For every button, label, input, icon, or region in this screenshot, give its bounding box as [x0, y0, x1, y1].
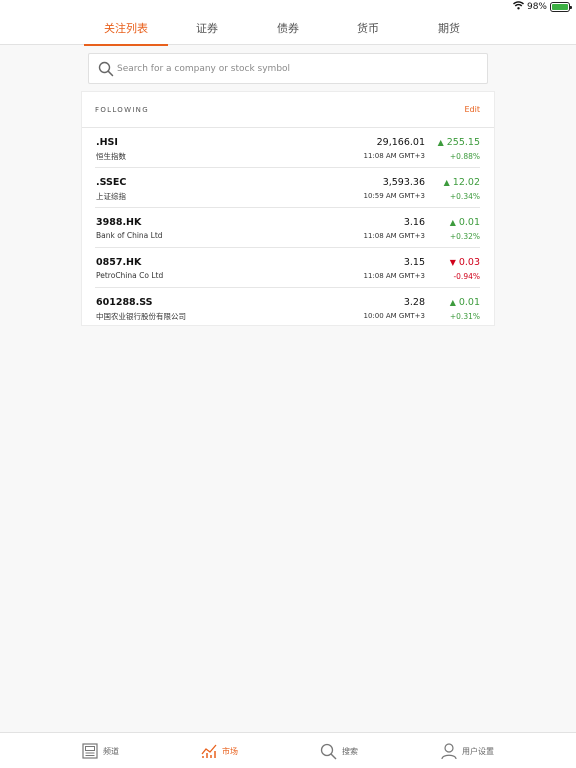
tab-user-settings-label: 用户设置: [462, 746, 494, 756]
battery-level-fill: [552, 4, 568, 10]
row-name: 中国农业银行股份有限公司: [96, 312, 186, 321]
row-price: 3.28: [403, 297, 425, 308]
row-percent: +0.88%: [449, 152, 480, 161]
search-bar[interactable]: [88, 53, 488, 84]
row-symbol: 601288.SS: [96, 297, 153, 308]
row-name: PetroChina Co Ltd: [96, 271, 164, 280]
search-icon: [98, 61, 114, 77]
top-tab-bar: 关注列表 证券 债券 货币 期货: [0, 14, 576, 46]
row-percent: +0.31%: [449, 312, 480, 321]
watchlist-row[interactable]: .SSEC 上证综指 3,593.36 10:59 AM GMT+3 ▲ 12.…: [95, 168, 480, 208]
tab-search[interactable]: 搜索: [320, 733, 358, 768]
user-icon: [441, 742, 457, 760]
row-name: Bank of China Ltd: [96, 231, 163, 240]
row-change-value: 255.15: [446, 137, 480, 148]
tab-channels[interactable]: 频道: [82, 733, 119, 768]
battery-icon: [550, 2, 572, 12]
tab-futures[interactable]: 期货: [409, 14, 489, 45]
row-price: 3,593.36: [382, 177, 425, 188]
channels-icon: [82, 743, 98, 759]
status-indicators: 98%: [512, 1, 572, 13]
row-name: 上证综指: [96, 192, 126, 201]
row-change-value: 0.03: [458, 257, 480, 268]
status-bar: 98%: [0, 0, 576, 14]
row-price: 29,166.01: [376, 137, 425, 148]
tab-channels-label: 频道: [103, 746, 119, 756]
tab-watchlist[interactable]: 关注列表: [84, 14, 168, 46]
tab-search-label: 搜索: [342, 746, 358, 756]
up-triangle-icon: ▲: [443, 178, 450, 187]
watchlist-card: FOLLOWING Edit .HSI 恒生指数 29,166.01 11:08…: [81, 91, 495, 326]
watchlist-rows: .HSI 恒生指数 29,166.01 11:08 AM GMT+3 ▲ 255…: [82, 128, 494, 328]
tab-markets[interactable]: 市场: [201, 733, 238, 768]
row-change-value: 12.02: [452, 177, 480, 188]
wifi-icon: [512, 1, 524, 13]
row-symbol: .SSEC: [96, 177, 127, 188]
row-time: 11:08 AM GMT+3: [363, 232, 425, 240]
row-symbol: 0857.HK: [96, 257, 142, 268]
watchlist-row[interactable]: .HSI 恒生指数 29,166.01 11:08 AM GMT+3 ▲ 255…: [95, 128, 480, 168]
row-change: ▼ 0.03: [450, 257, 480, 268]
up-triangle-icon: ▲: [449, 218, 456, 227]
row-price: 3.15: [403, 257, 425, 268]
row-price: 3.16: [403, 217, 425, 228]
tab-bonds[interactable]: 债券: [248, 14, 328, 45]
row-change: ▲ 255.15: [438, 137, 480, 148]
row-symbol: .HSI: [96, 137, 118, 148]
up-triangle-icon: ▲: [449, 298, 456, 307]
edit-button[interactable]: Edit: [465, 105, 481, 114]
row-percent: -0.94%: [453, 272, 480, 281]
row-time: 11:08 AM GMT+3: [363, 152, 425, 160]
watchlist-title: FOLLOWING: [95, 106, 149, 114]
markets-chart-icon: [201, 743, 217, 759]
row-time: 11:08 AM GMT+3: [363, 272, 425, 280]
row-symbol: 3988.HK: [96, 217, 142, 228]
up-triangle-icon: ▲: [437, 138, 444, 147]
row-percent: +0.32%: [449, 232, 480, 241]
watchlist-row[interactable]: 0857.HK PetroChina Co Ltd 3.15 11:08 AM …: [95, 248, 480, 288]
row-change-value: 0.01: [458, 217, 480, 228]
tab-equities[interactable]: 证券: [167, 14, 247, 45]
row-time: 10:59 AM GMT+3: [363, 192, 425, 200]
battery-percent: 98%: [526, 2, 547, 12]
row-name: 恒生指数: [96, 152, 126, 161]
tab-user-settings[interactable]: 用户设置: [441, 733, 494, 768]
watchlist-header: FOLLOWING Edit: [82, 92, 494, 128]
search-icon: [320, 743, 337, 760]
row-change-value: 0.01: [458, 297, 480, 308]
row-time: 10:00 AM GMT+3: [363, 312, 425, 320]
bottom-tab-bar: 频道 市场 搜索 用户设置: [0, 732, 576, 768]
row-change: ▲ 12.02: [444, 177, 480, 188]
watchlist-row[interactable]: 3988.HK Bank of China Ltd 3.16 11:08 AM …: [95, 208, 480, 248]
down-triangle-icon: ▼: [449, 258, 456, 267]
row-change: ▲ 0.01: [450, 297, 480, 308]
tab-markets-label: 市场: [222, 746, 238, 756]
row-percent: +0.34%: [449, 192, 480, 201]
watchlist-row[interactable]: 601288.SS 中国农业银行股份有限公司 3.28 10:00 AM GMT…: [95, 288, 480, 328]
search-input[interactable]: [117, 60, 477, 78]
row-change: ▲ 0.01: [450, 217, 480, 228]
tab-currencies[interactable]: 货币: [328, 14, 408, 45]
